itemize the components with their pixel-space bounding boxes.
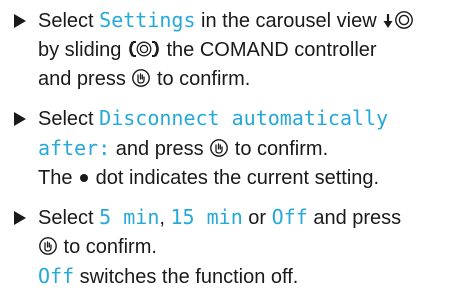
text: Select	[38, 207, 100, 229]
step-3-line-3: Off switches the function off.	[38, 262, 450, 292]
text: and press	[307, 207, 402, 229]
triangle-bullet-icon	[14, 203, 30, 232]
triangle-bullet-icon	[14, 104, 30, 133]
controller-press-icon	[38, 236, 58, 256]
step-2: Select Disconnect automatically after: a…	[14, 104, 450, 193]
step-2-line-1: Select Disconnect automatically	[38, 104, 450, 134]
display-text-settings: Settings	[99, 8, 196, 32]
controller-press-icon	[209, 138, 229, 158]
display-text-off: Off	[38, 264, 75, 288]
display-text-disconnect-automatically: Disconnect automatically	[99, 106, 389, 130]
controller-slide-left-right-icon	[127, 39, 161, 59]
step-1-line-1: Select Settings in the carousel view	[38, 6, 450, 36]
display-text-off: Off	[271, 205, 308, 229]
text: dot indicates the current setting.	[90, 167, 380, 189]
display-text-after: after:	[38, 136, 111, 160]
arrow-down-icon	[382, 12, 394, 30]
step-3-line-1: Select 5 min, 15 min or Off and press	[38, 203, 450, 233]
controller-press-icon	[131, 68, 151, 88]
text: switches the function off.	[74, 266, 299, 288]
text: and press	[110, 138, 210, 160]
text: by sliding	[38, 39, 127, 61]
step-2-line-2: after: and press to confirm.	[38, 134, 450, 164]
text: and press	[38, 68, 132, 90]
text: The	[38, 167, 79, 189]
step-1-line-2: by sliding the COMAND controller	[38, 36, 450, 65]
text: Select	[38, 108, 100, 130]
instruction-steps: Select Settings in the carousel view by …	[14, 6, 450, 292]
text: to confirm.	[58, 236, 157, 258]
text: to confirm.	[151, 68, 251, 90]
step-1: Select Settings in the carousel view by …	[14, 6, 450, 94]
step-2-line-3: The dot indicates the current setting.	[38, 164, 450, 193]
step-3-line-2: to confirm.	[38, 233, 450, 262]
text: Select	[38, 10, 100, 32]
triangle-bullet-icon	[14, 6, 30, 35]
text: the COMAND controller	[160, 39, 377, 61]
text: ,	[159, 207, 171, 229]
controller-icon	[394, 10, 414, 30]
display-text-15-min: 15 min	[170, 205, 243, 229]
dot-icon	[78, 167, 90, 187]
text: in the carousel view	[195, 10, 383, 32]
step-3: Select 5 min, 15 min or Off and press to…	[14, 203, 450, 292]
display-text-5-min: 5 min	[99, 205, 160, 229]
text: or	[242, 207, 272, 229]
step-1-line-3: and press to confirm.	[38, 65, 450, 94]
text: to confirm.	[229, 138, 329, 160]
